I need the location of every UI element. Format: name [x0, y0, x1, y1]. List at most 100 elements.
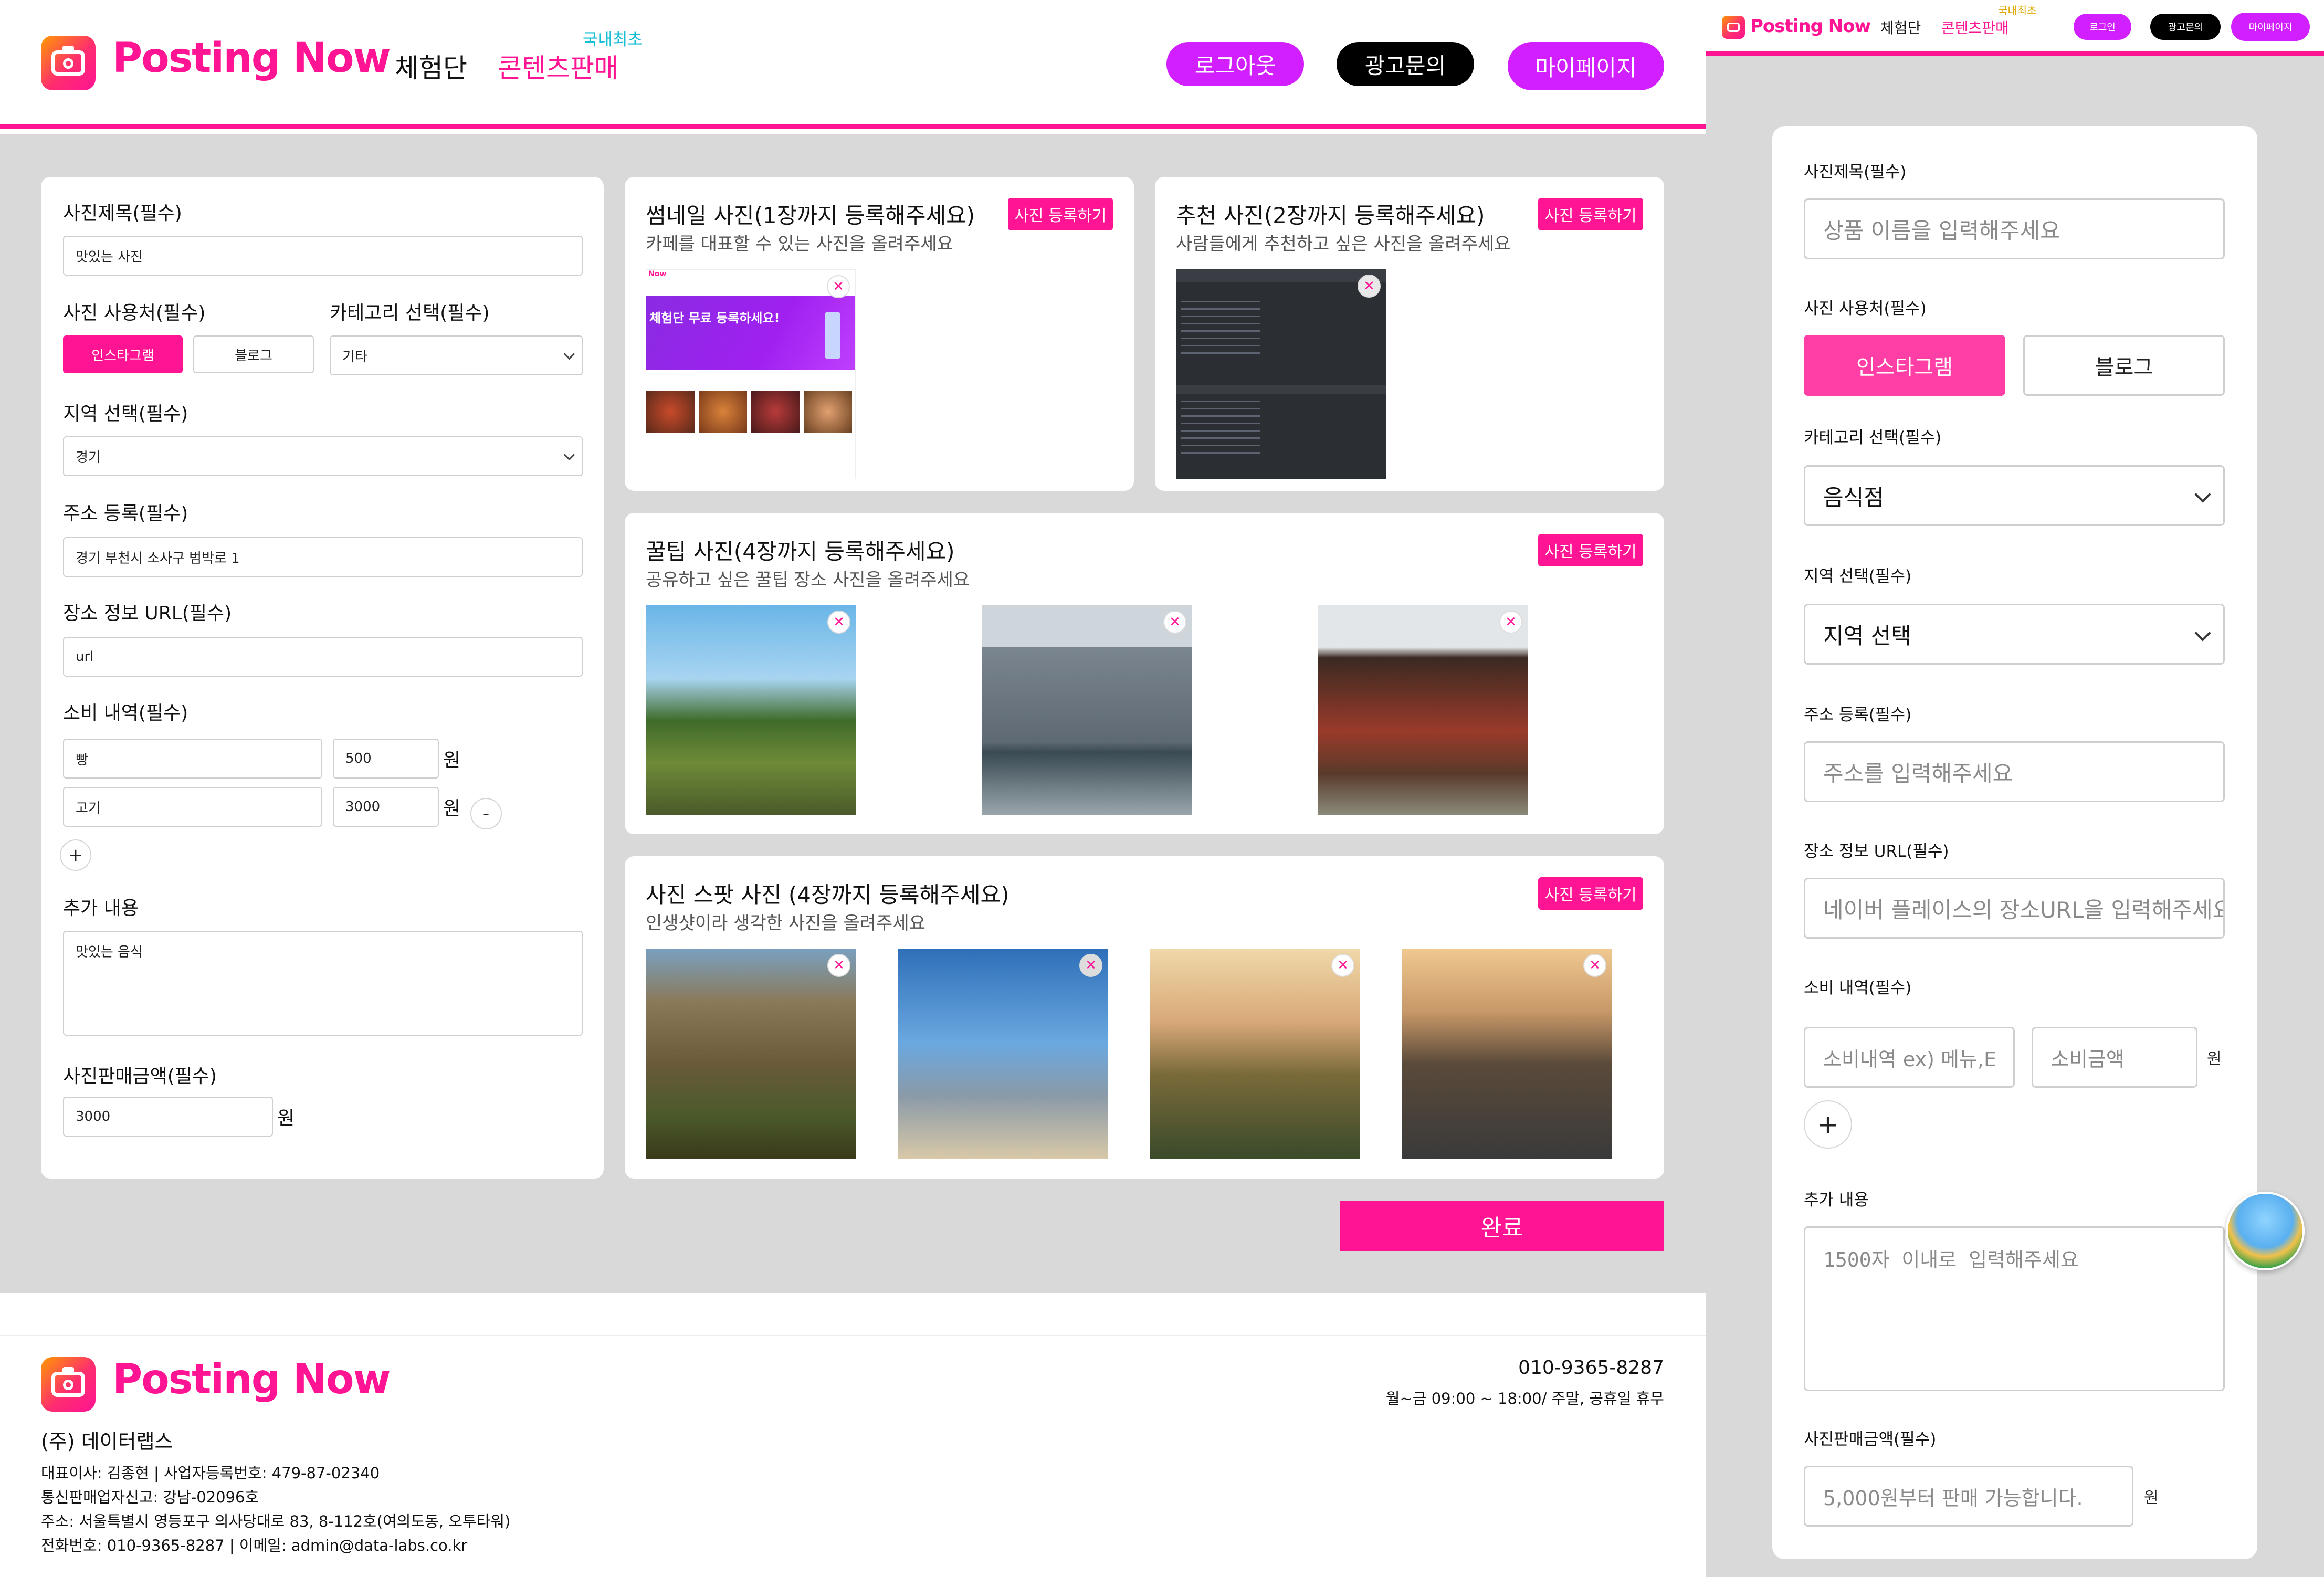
close-icon[interactable]: ✕	[827, 954, 850, 977]
mobile-address-label: 주소 등록(필수)	[1804, 706, 1912, 724]
close-icon[interactable]: ✕	[1079, 954, 1102, 977]
mobile-usage-instagram-button[interactable]: 인스타그램	[1804, 335, 2005, 396]
spend-label: 소비 내역(필수)	[63, 702, 188, 724]
mobile-view: Posting Now 체험단 콘텐츠판매 국내최초 로그인 광고문의 마이페이…	[1706, 0, 2324, 1577]
form-card: 사진제목(필수) 맛있는 사진 사진 사용처(필수) 인스타그램 블로그 카테고…	[41, 177, 604, 1179]
spots-photo-2: ✕	[898, 949, 1108, 1159]
mobile-spend-amount-input[interactable]: 소비금액	[2032, 1027, 2197, 1088]
recommend-register-button[interactable]: 사진 등록하기	[1538, 198, 1643, 230]
ad-inquiry-button[interactable]: 광고문의	[1337, 42, 1474, 86]
mobile-spend-item-input[interactable]: 소비내역 ex) 메뉴,E	[1804, 1027, 2015, 1088]
url-input[interactable]: url	[63, 637, 583, 677]
mobile-won-label: 원	[2207, 1050, 2222, 1068]
nav-trial[interactable]: 체험단	[395, 47, 467, 85]
close-icon[interactable]: ✕	[1499, 611, 1522, 634]
extra-textarea[interactable]: 맛있는 음식	[63, 931, 583, 1036]
category-select[interactable]: 기타	[330, 335, 583, 375]
preview-phone-image	[825, 312, 840, 359]
brand-name[interactable]: Posting Now	[112, 35, 391, 82]
won-label: 원	[443, 798, 461, 819]
tips-photo-3: ✕	[1318, 605, 1528, 815]
tips-register-button[interactable]: 사진 등록하기	[1538, 534, 1643, 566]
photo-title-input[interactable]: 맛있는 사진	[63, 236, 583, 276]
tips-title: 꿀팁 사진(4장까지 등록해주세요)	[646, 539, 955, 564]
mobile-category-label: 카테고리 선택(필수)	[1804, 428, 1942, 447]
extra-label: 추가 내용	[63, 898, 139, 919]
footer-line-2: 통신판매업자신고: 강남-02096호	[41, 1488, 259, 1506]
mobile-price-label: 사진판매금액(필수)	[1804, 1430, 1937, 1449]
preview-banner-text: 체험단 무료 등록하세요!	[649, 311, 780, 325]
price-label: 사진판매금액(필수)	[63, 1066, 217, 1087]
region-value: 경기	[76, 449, 101, 466]
nav-badge: 국내최초	[583, 30, 643, 49]
mobile-region-value: 지역 선택	[1823, 623, 1911, 649]
mobile-mypage-button[interactable]: 마이페이지	[2231, 13, 2310, 41]
logout-button[interactable]: 로그아웃	[1166, 42, 1304, 86]
address-label: 주소 등록(필수)	[63, 503, 188, 524]
mypage-button[interactable]: 마이페이지	[1508, 42, 1664, 90]
spots-card: 사진 스팟 사진 (4장까지 등록해주세요) 인생샷이라 생각한 사진을 올려주…	[625, 856, 1664, 1179]
footer-divider	[0, 1335, 1706, 1336]
plus-icon[interactable]: +	[60, 839, 91, 871]
camera-icon	[1727, 23, 1740, 32]
mobile-ad-inquiry-button[interactable]: 광고문의	[2150, 14, 2221, 40]
recommend-title: 추천 사진(2장까지 등록해주세요)	[1176, 203, 1485, 228]
mobile-won-label: 원	[2144, 1489, 2159, 1507]
mobile-title-input[interactable]: 상품 이름을 입력해주세요	[1804, 198, 2225, 259]
mobile-address-input[interactable]: 주소를 입력해주세요	[1804, 741, 2225, 802]
recommend-subtitle: 사람들에게 추천하고 싶은 사진을 올려주세요	[1176, 234, 1511, 255]
category-value: 기타	[342, 349, 367, 365]
close-icon[interactable]: ✕	[827, 275, 850, 298]
address-input[interactable]: 경기 부천시 소사구 범박로 1	[63, 537, 583, 577]
footer-logo	[41, 1357, 96, 1412]
close-icon[interactable]: ✕	[827, 611, 850, 634]
mobile-price-input[interactable]: 5,000원부터 판매 가능합니다.	[1804, 1466, 2133, 1527]
thumbnail-register-button[interactable]: 사진 등록하기	[1008, 198, 1113, 230]
region-select[interactable]: 경기	[63, 436, 583, 476]
mobile-region-select[interactable]: 지역 선택	[1804, 604, 2225, 665]
mobile-logo[interactable]	[1722, 16, 1745, 39]
tips-photo-1: ✕	[646, 605, 856, 815]
mobile-nav-content[interactable]: 콘텐츠판매	[1941, 17, 2009, 38]
beach-icon[interactable]	[2226, 1192, 2305, 1270]
mobile-brand-name[interactable]: Posting Now	[1750, 16, 1871, 37]
won-label: 원	[443, 750, 461, 771]
submit-button[interactable]: 완료	[1340, 1201, 1664, 1251]
spend-amount-input-1[interactable]: 500	[333, 739, 439, 779]
mobile-nav-trial[interactable]: 체험단	[1880, 17, 1921, 38]
camera-icon	[51, 1367, 85, 1397]
mobile-url-input[interactable]: 네이버 플레이스의 장소URL을 입력해주세요	[1804, 878, 2225, 939]
price-input[interactable]: 3000	[63, 1097, 273, 1137]
spots-register-button[interactable]: 사진 등록하기	[1538, 877, 1643, 910]
spend-item-input-2[interactable]: 고기	[63, 787, 322, 827]
category-label: 카테고리 선택(필수)	[330, 302, 490, 324]
recommend-photo: ✕	[1176, 269, 1386, 479]
usage-blog-button[interactable]: 블로그	[193, 335, 314, 373]
close-icon[interactable]: ✕	[1358, 275, 1381, 298]
footer-line-1: 대표이사: 김종현 | 사업자등록번호: 479-87-02340	[41, 1464, 380, 1482]
close-icon[interactable]: ✕	[1163, 611, 1186, 634]
usage-instagram-button[interactable]: 인스타그램	[63, 335, 183, 373]
minus-icon[interactable]: -	[470, 798, 502, 829]
mobile-usage-blog-button[interactable]: 블로그	[2023, 335, 2225, 396]
logo[interactable]	[41, 36, 96, 90]
thumbnail-photo: Now 체험단 무료 등록하세요! ✕	[646, 269, 856, 479]
plus-icon[interactable]: +	[1804, 1100, 1852, 1149]
recommend-card: 추천 사진(2장까지 등록해주세요) 사람들에게 추천하고 싶은 사진을 올려주…	[1155, 177, 1664, 491]
spots-subtitle: 인생샷이라 생각한 사진을 올려주세요	[646, 913, 926, 934]
mobile-extra-textarea[interactable]: 1500자 이내로 입력해주세요	[1804, 1226, 2225, 1391]
header: Posting Now 체험단 콘텐츠판매 국내최초 로그아웃 광고문의 마이페…	[0, 0, 1706, 129]
close-icon[interactable]: ✕	[1331, 954, 1354, 977]
spend-amount-input-2[interactable]: 3000	[333, 787, 439, 827]
won-label: 원	[277, 1108, 295, 1129]
close-icon[interactable]: ✕	[1583, 954, 1606, 977]
thumbnail-title: 썸네일 사진(1장까지 등록해주세요)	[646, 203, 975, 228]
nav-content[interactable]: 콘텐츠판매	[498, 47, 618, 85]
mobile-usage-label: 사진 사용처(필수)	[1804, 299, 1927, 318]
content-area: 사진제목(필수) 맛있는 사진 사진 사용처(필수) 인스타그램 블로그 카테고…	[0, 134, 1706, 1293]
mobile-logout-button[interactable]: 로그인	[2074, 14, 2131, 40]
footer-company: (주) 데이터랩스	[41, 1430, 173, 1453]
mobile-category-select[interactable]: 음식점	[1804, 465, 2225, 526]
spend-item-input-1[interactable]: 빵	[63, 739, 322, 779]
mobile-header: Posting Now 체험단 콘텐츠판매 국내최초 로그인 광고문의 마이페이…	[1706, 0, 2324, 56]
